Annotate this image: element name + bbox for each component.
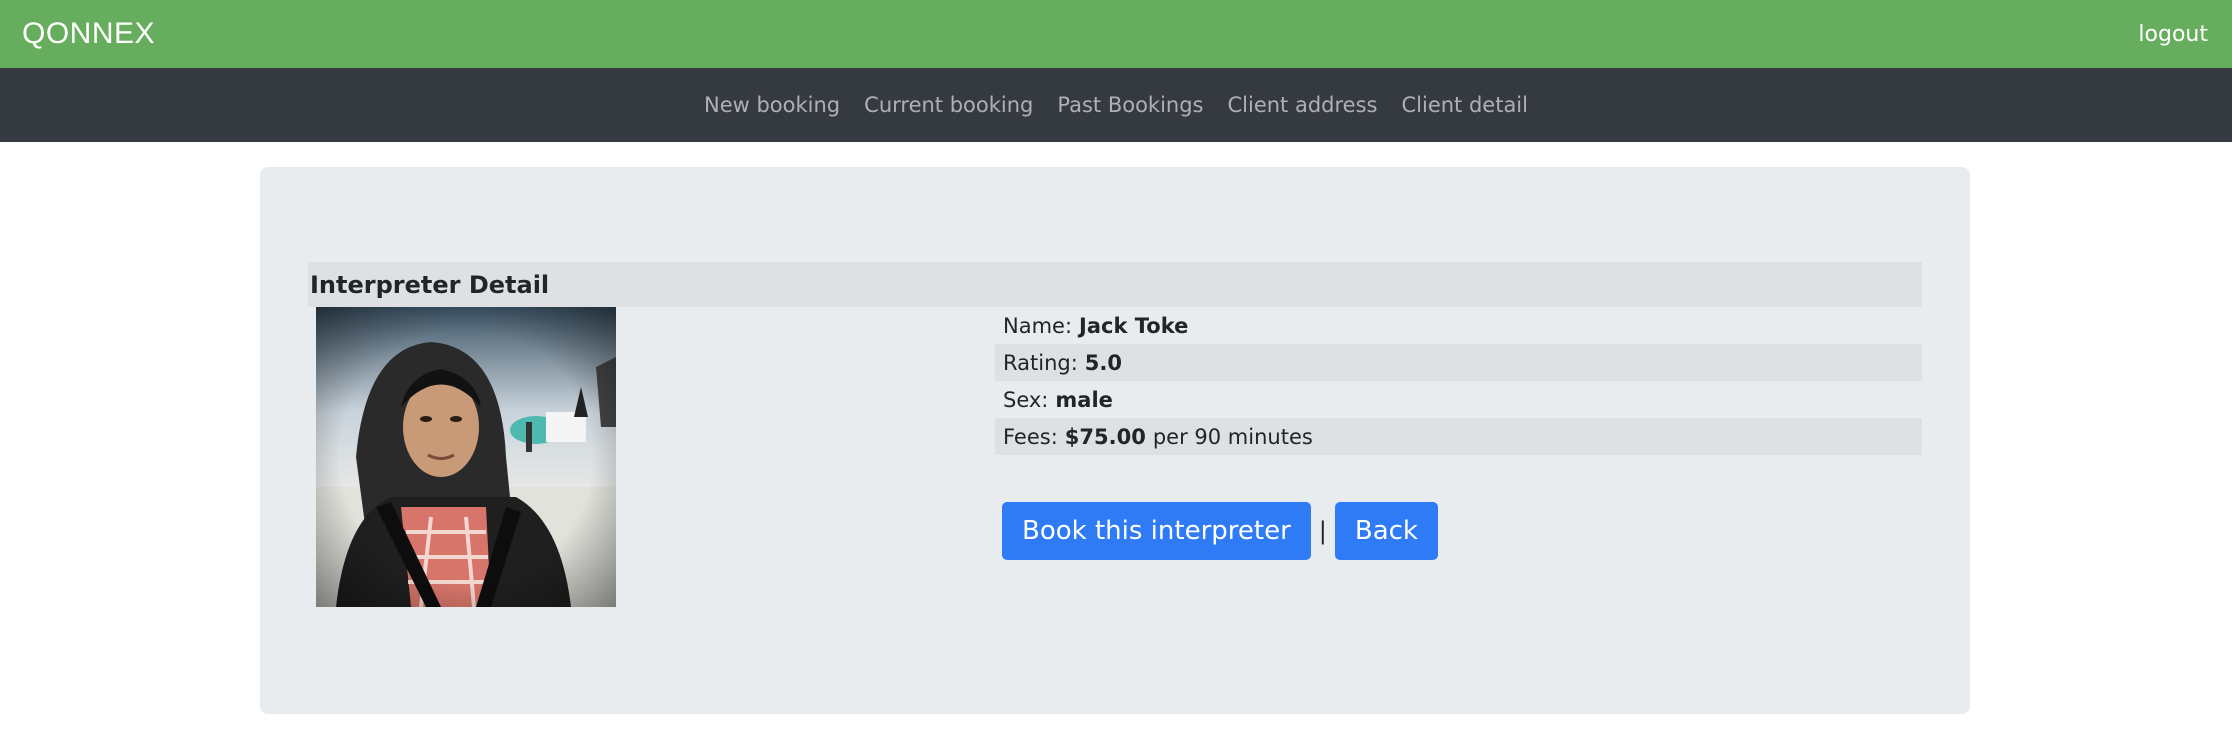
name-value: Jack Toke — [1079, 313, 1189, 338]
fees-value: $75.00 — [1064, 424, 1146, 449]
rating-row: Rating: 5.0 — [995, 344, 1922, 381]
nav-current-booking[interactable]: Current booking — [852, 93, 1045, 117]
book-interpreter-button[interactable]: Book this interpreter — [1002, 502, 1311, 560]
rating-label: Rating: — [1003, 350, 1078, 375]
action-bar: Book this interpreter | Back — [1002, 502, 1438, 560]
brand-logo[interactable]: QONNEX — [22, 17, 155, 51]
detail-list: Name: Jack Toke Rating: 5.0 Sex: male Fe… — [995, 307, 1922, 455]
name-row: Name: Jack Toke — [995, 307, 1922, 344]
section-title: Interpreter Detail — [308, 262, 1922, 307]
rating-value: 5.0 — [1084, 350, 1122, 375]
sex-label: Sex: — [1003, 387, 1049, 412]
name-label: Name: — [1003, 313, 1073, 338]
nav-new-booking[interactable]: New booking — [692, 93, 852, 117]
fees-suffix: per 90 minutes — [1152, 424, 1313, 449]
interpreter-photo — [316, 307, 616, 607]
logout-link[interactable]: logout — [2138, 22, 2208, 47]
fees-row: Fees: $75.00 per 90 minutes — [995, 418, 1922, 455]
nav-client-detail[interactable]: Client detail — [1389, 93, 1540, 117]
back-button[interactable]: Back — [1334, 502, 1438, 560]
sex-row: Sex: male — [995, 381, 1922, 418]
top-header: QONNEX logout — [0, 0, 2232, 68]
detail-panel: Interpreter Detail Name: Jack Toke Ratin… — [260, 167, 1970, 714]
separator: | — [1318, 517, 1327, 545]
nav-client-address[interactable]: Client address — [1216, 93, 1390, 117]
nav-past-bookings[interactable]: Past Bookings — [1045, 93, 1215, 117]
sex-value: male — [1055, 387, 1113, 412]
fees-label: Fees: — [1003, 424, 1058, 449]
main-nav: New booking Current booking Past Booking… — [0, 68, 2232, 142]
